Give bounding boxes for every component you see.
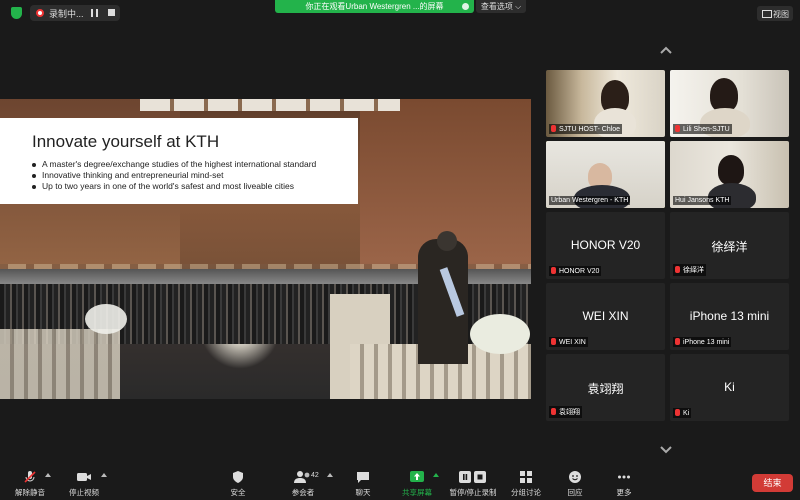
participant-name: 徐绎洋 [673,264,706,276]
muted-mic-icon [551,338,556,345]
participant-name: iPhone 13 mini [673,337,732,347]
more-button[interactable]: 更多 [612,470,636,498]
share-status-icon [462,3,469,10]
share-screen-icon [410,471,424,482]
muted-mic-icon [24,471,36,483]
chat-button[interactable]: 聊天 [350,470,376,498]
view-button-label: 视图 [773,10,789,19]
breakout-rooms-button[interactable]: 分组讨论 [508,470,544,498]
reactions-button[interactable]: 回应 [563,470,587,498]
pause-stop-icon [459,471,486,483]
more-label: 更多 [616,488,632,497]
muted-mic-icon [675,266,680,273]
participant-display-name: WEI XIN [582,309,629,323]
chat-icon [357,472,369,483]
participant-name: SJTU HOST- Chloe [549,124,623,134]
share-screen-button[interactable]: 共享屏幕 [399,470,435,498]
more-icon [618,475,630,479]
participant-display-name: iPhone 13 mini [689,309,770,323]
muted-mic-icon [551,125,556,132]
pause-stop-recording-button[interactable]: 暂停/停止录制 [447,470,499,498]
view-options-button[interactable]: 查看选项 ⌵ [476,0,526,13]
security-label: 安全 [230,488,246,497]
stop-video-button[interactable]: 停止视频 [66,470,102,498]
security-button[interactable]: 安全 [223,470,253,498]
breakout-rooms-label: 分组讨论 [511,488,541,497]
stop-recording-icon[interactable] [108,9,115,16]
participant-name: Hui Jansons KTH [673,196,732,205]
muted-mic-icon [675,409,680,416]
participant-display-name: HONOR V20 [570,238,641,252]
participant-tile[interactable]: 徐绎洋 徐绎洋 [670,212,789,279]
participant-name: WEI XIN [549,337,588,347]
participant-name: Lili Shen-SJTU [673,124,732,134]
view-button[interactable]: 视图 [757,6,793,21]
video-tile[interactable]: Hui Jansons KTH [670,141,789,208]
share-screen-label: 共享屏幕 [402,488,432,497]
participant-display-name: 徐绎洋 [711,240,748,254]
breakout-rooms-icon [520,471,532,483]
muted-mic-icon [675,338,680,345]
slide-bullet: Up to two years in one of the world's sa… [32,181,294,191]
slide-bullet: Innovative thinking and entrepreneurial … [32,170,223,180]
participant-name: 袁翊翔 [549,406,582,418]
participant-name: HONOR V20 [549,266,602,276]
participant-display-name: 袁翊翔 [587,382,624,396]
participant-tile[interactable]: HONOR V20 HONOR V20 [546,212,665,279]
participant-name: Ki [673,408,692,418]
stop-video-label: 停止视频 [69,488,99,497]
recording-label: 录制中... [49,9,84,19]
pause-recording-icon[interactable] [91,9,98,17]
video-camera-icon [77,473,91,481]
participant-tile[interactable]: 袁翊翔 袁翊翔 [546,354,665,421]
unmute-label: 解除静音 [15,488,45,497]
participants-label: 参会者 [291,488,315,497]
record-icon [36,9,44,17]
participant-tile[interactable]: WEI XIN WEI XIN [546,283,665,350]
participant-display-name: Ki [724,380,735,394]
unmute-button[interactable]: 解除静音 [12,470,48,498]
caret-up-icon[interactable] [45,473,51,477]
video-tile[interactable]: SJTU HOST- Chloe [546,70,665,137]
muted-mic-icon [675,125,680,132]
chevron-down-icon[interactable] [659,443,673,457]
muted-mic-icon [551,408,556,415]
participants-count: 42 [311,472,319,479]
participants-icon [294,471,310,483]
chat-label: 聊天 [355,488,371,497]
share-banner: 你正在观看Urban Westergren ...的屏幕 [275,0,474,13]
participant-tile[interactable]: iPhone 13 mini iPhone 13 mini [670,283,789,350]
chevron-up-icon[interactable] [659,43,673,57]
caret-up-icon[interactable] [433,473,439,477]
video-tile[interactable]: Lili Shen-SJTU [670,70,789,137]
pause-stop-label: 暂停/停止录制 [449,488,497,497]
participant-tile[interactable]: Ki Ki [670,354,789,421]
muted-mic-icon [551,267,556,274]
caret-up-icon[interactable] [101,473,107,477]
participant-name: Urban Westergren - KTH [549,196,631,205]
slide-title: Innovate yourself at KTH [32,132,220,151]
shield-icon[interactable] [11,7,22,19]
emoji-icon [569,471,581,483]
caret-up-icon[interactable] [327,473,333,477]
slide-bullet: A master's degree/exchange studies of th… [32,159,316,169]
reactions-label: 回应 [567,488,583,497]
shield-icon [233,471,243,483]
grid-view-icon [762,10,772,18]
video-tile-active-speaker[interactable]: Urban Westergren - KTH [546,141,665,208]
end-meeting-button[interactable]: 结束 [752,474,793,492]
